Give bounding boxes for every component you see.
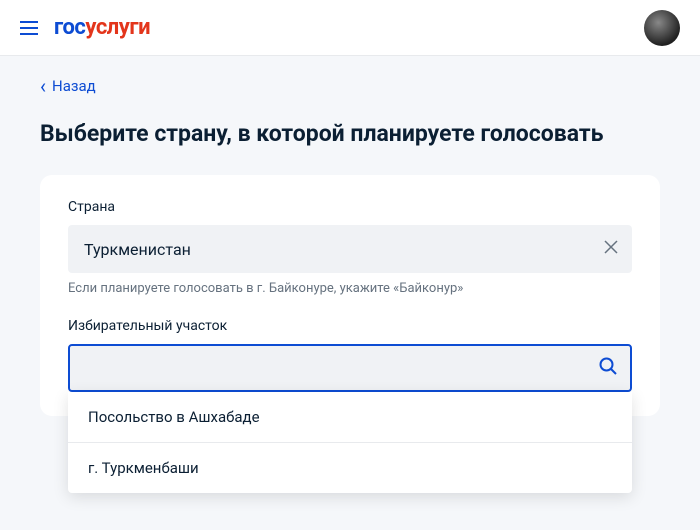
country-label: Страна [68,199,632,215]
back-label: Назад [52,77,96,95]
country-input[interactable] [68,225,632,273]
back-link[interactable]: Назад [40,76,96,96]
country-hint: Если планируете голосовать в г. Байконур… [68,281,632,296]
logo-part1: гос [54,15,85,40]
station-label: Избирательный участок [68,318,632,334]
dropdown-item[interactable]: г. Туркменбаши [68,443,632,493]
page-title: Выберите страну, в которой планируете го… [40,120,660,147]
content: Назад Выберите страну, в которой планиру… [0,56,700,436]
search-icon[interactable] [598,356,618,380]
dropdown: Посольство в Ашхабаде г. Туркменбаши [68,392,632,493]
station-input[interactable] [68,344,632,392]
avatar[interactable] [644,10,680,46]
station-search-wrap: Посольство в Ашхабаде г. Туркменбаши [68,344,632,392]
country-input-wrap [68,225,632,273]
form-card: Страна Если планируете голосовать в г. Б… [40,175,660,416]
header-left: госуслуги [20,15,150,40]
logo-part2: услуги [85,15,150,40]
header: госуслуги [0,0,700,56]
dropdown-item[interactable]: Посольство в Ашхабаде [68,392,632,443]
clear-icon[interactable] [602,238,620,260]
menu-icon[interactable] [20,17,38,39]
logo[interactable]: госуслуги [54,15,150,40]
